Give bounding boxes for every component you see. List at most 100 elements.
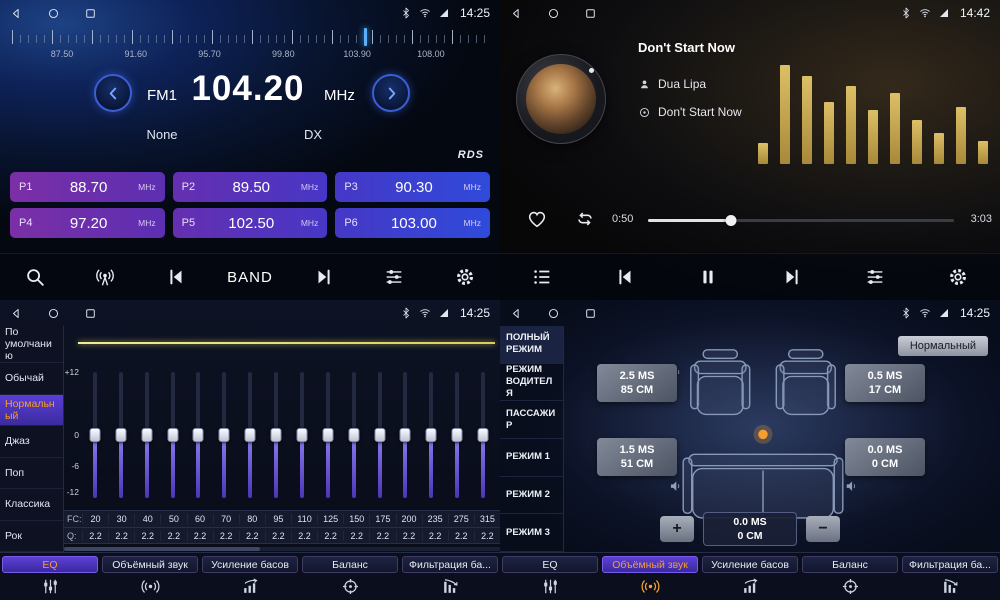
- back-icon[interactable]: [10, 307, 23, 320]
- eq-band-slider[interactable]: [211, 372, 237, 498]
- eq-band-slider[interactable]: [470, 372, 496, 498]
- sound-mode-item[interactable]: ПАССАЖИР: [500, 401, 563, 439]
- sound-mode-item[interactable]: РЕЖИМ 1: [500, 439, 563, 477]
- eq-band-slider[interactable]: [289, 372, 315, 498]
- next-station-button[interactable]: [301, 259, 347, 295]
- tab-eq-tab[interactable]: EQ: [0, 553, 100, 600]
- eq-preset-item[interactable]: Джаз: [0, 426, 63, 457]
- eq-band-slider[interactable]: [315, 372, 341, 498]
- eq-slider-knob[interactable]: [245, 428, 256, 442]
- sound-mode-item[interactable]: РЕЖИМ ВОДИТЕЛЯ: [500, 364, 563, 402]
- search-stations-button[interactable]: [12, 259, 58, 295]
- eq-slider-knob[interactable]: [141, 428, 152, 442]
- eq-preset-item[interactable]: Нормальный: [0, 395, 63, 426]
- sound-mode-item[interactable]: РЕЖИМ 3: [500, 514, 563, 552]
- eq-preset-item[interactable]: Поп: [0, 458, 63, 489]
- sound-mode-item[interactable]: ПОЛНЫЙ РЕЖИМ: [500, 326, 563, 364]
- tab-balance[interactable]: Баланс: [300, 553, 400, 600]
- eq-band-slider[interactable]: [393, 372, 419, 498]
- recents-square-icon[interactable]: [584, 7, 597, 20]
- eq-slider-knob[interactable]: [89, 428, 100, 442]
- back-icon[interactable]: [510, 7, 523, 20]
- tab-bass-boost[interactable]: Усиление басов: [700, 553, 800, 600]
- radio-preset-p6[interactable]: P6103.00MHz: [335, 208, 490, 238]
- eq-band-slider[interactable]: [418, 372, 444, 498]
- seek-up-button[interactable]: [372, 74, 410, 112]
- radio-preset-p3[interactable]: P390.30MHz: [335, 172, 490, 202]
- eq-slider-knob[interactable]: [271, 428, 282, 442]
- previous-track-button[interactable]: [602, 259, 648, 295]
- tab-eq-tab[interactable]: EQ: [500, 553, 600, 600]
- tab-surround-sound[interactable]: Объёмный звук: [100, 553, 200, 600]
- tab-surround-sound[interactable]: Объёмный звук: [600, 553, 700, 600]
- radio-preset-p2[interactable]: P289.50MHz: [173, 172, 328, 202]
- back-icon[interactable]: [510, 307, 523, 320]
- eq-band-slider[interactable]: [263, 372, 289, 498]
- repeat-icon[interactable]: [574, 208, 596, 230]
- broadcast-scan-button[interactable]: [82, 259, 128, 295]
- recents-square-icon[interactable]: [584, 307, 597, 320]
- playlist-button[interactable]: [519, 259, 565, 295]
- eq-slider-knob[interactable]: [426, 428, 437, 442]
- tab-filter[interactable]: Фильтрация ба...: [900, 553, 1000, 600]
- audio-settings-button[interactable]: [852, 259, 898, 295]
- radio-preset-p1[interactable]: P188.70MHz: [10, 172, 165, 202]
- eq-slider-knob[interactable]: [193, 428, 204, 442]
- delay-decrease-button[interactable]: −: [806, 516, 840, 542]
- eq-slider-knob[interactable]: [478, 428, 489, 442]
- tab-balance[interactable]: Баланс: [800, 553, 900, 600]
- delay-front-right[interactable]: 0.5 MS 17 CM: [845, 364, 925, 402]
- delay-rear-left[interactable]: 1.5 MS 51 CM: [597, 438, 677, 476]
- settings-button[interactable]: [442, 259, 488, 295]
- delay-increase-button[interactable]: +: [660, 516, 694, 542]
- eq-slider-knob[interactable]: [374, 428, 385, 442]
- eq-slider-knob[interactable]: [219, 428, 230, 442]
- eq-band-slider[interactable]: [186, 372, 212, 498]
- audio-settings-button[interactable]: [371, 259, 417, 295]
- progress-bar[interactable]: [648, 219, 954, 222]
- eq-slider-knob[interactable]: [296, 428, 307, 442]
- eq-bands-scrollbar[interactable]: [64, 547, 500, 551]
- seek-down-button[interactable]: [94, 74, 132, 112]
- home-circle-icon[interactable]: [47, 307, 60, 320]
- radio-preset-p5[interactable]: P5102.50MHz: [173, 208, 328, 238]
- home-circle-icon[interactable]: [547, 307, 560, 320]
- scrollbar-thumb[interactable]: [64, 547, 260, 551]
- eq-preset-item[interactable]: Классика: [0, 489, 63, 520]
- frequency-scale[interactable]: 87.5091.6095.7099.80103.90108.00: [12, 30, 488, 64]
- eq-preset-item[interactable]: По умолчанию: [0, 326, 63, 363]
- favorite-heart-icon[interactable]: [526, 208, 548, 230]
- home-circle-icon[interactable]: [47, 7, 60, 20]
- eq-band-slider[interactable]: [341, 372, 367, 498]
- delay-rear-right[interactable]: 0.0 MS 0 CM: [845, 438, 925, 476]
- eq-band-slider[interactable]: [367, 372, 393, 498]
- pause-button[interactable]: [685, 259, 731, 295]
- eq-slider-knob[interactable]: [322, 428, 333, 442]
- next-track-button[interactable]: [769, 259, 815, 295]
- eq-band-slider[interactable]: [444, 372, 470, 498]
- home-circle-icon[interactable]: [547, 7, 560, 20]
- recents-square-icon[interactable]: [84, 7, 97, 20]
- eq-band-slider[interactable]: [237, 372, 263, 498]
- eq-preset-item[interactable]: Рок: [0, 521, 63, 552]
- eq-band-slider[interactable]: [134, 372, 160, 498]
- settings-button[interactable]: [935, 259, 981, 295]
- tab-bass-boost[interactable]: Усиление басов: [200, 553, 300, 600]
- eq-band-slider[interactable]: [160, 372, 186, 498]
- delay-front-left[interactable]: 2.5 MS 85 CM: [597, 364, 677, 402]
- eq-slider-knob[interactable]: [452, 428, 463, 442]
- eq-slider-knob[interactable]: [167, 428, 178, 442]
- radio-preset-p4[interactable]: P497.20MHz: [10, 208, 165, 238]
- progress-knob[interactable]: [725, 215, 736, 226]
- band-button[interactable]: BAND: [223, 259, 277, 295]
- back-icon[interactable]: [10, 7, 23, 20]
- eq-slider-knob[interactable]: [348, 428, 359, 442]
- eq-slider-knob[interactable]: [400, 428, 411, 442]
- sound-mode-item[interactable]: РЕЖИМ 2: [500, 477, 563, 515]
- eq-slider-knob[interactable]: [115, 428, 126, 442]
- previous-station-button[interactable]: [153, 259, 199, 295]
- tab-filter[interactable]: Фильтрация ба...: [400, 553, 500, 600]
- eq-band-slider[interactable]: [108, 372, 134, 498]
- recents-square-icon[interactable]: [84, 307, 97, 320]
- sound-preset-button[interactable]: Нормальный: [898, 336, 988, 356]
